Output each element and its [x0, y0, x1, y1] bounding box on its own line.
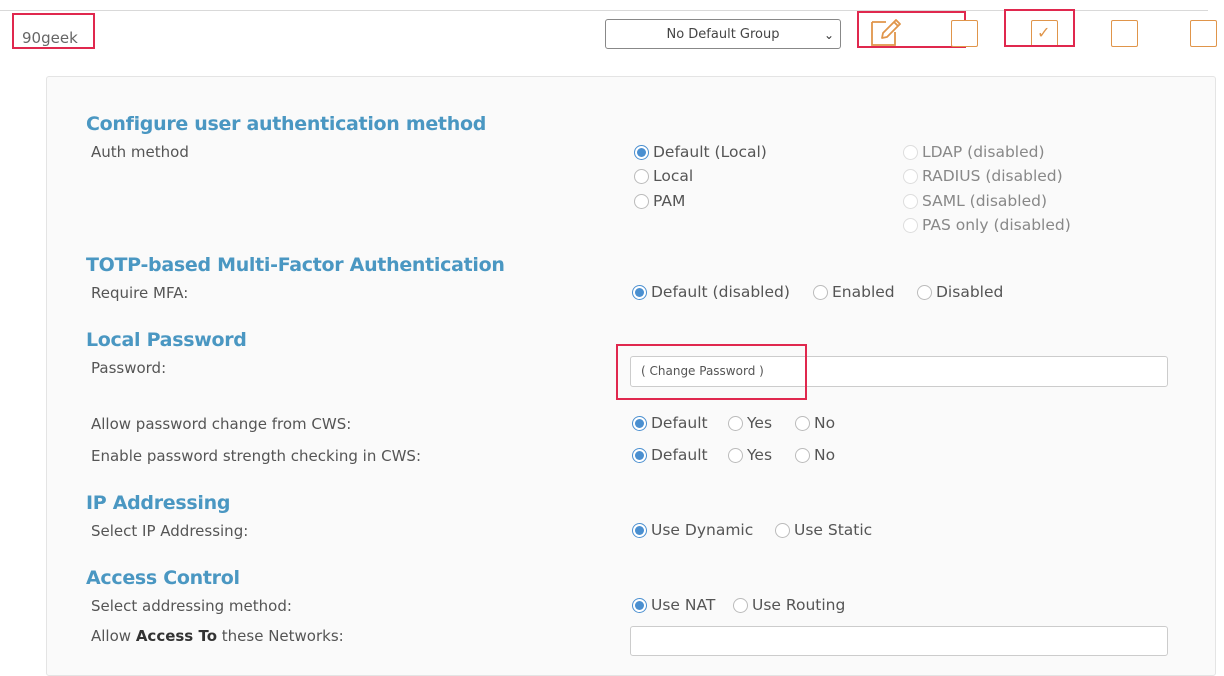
pw-change-option-yes[interactable]: Yes [728, 414, 772, 432]
require-mfa-label: Require MFA: [91, 284, 189, 302]
allow-access-networks-label: Allow Access To these Networks: [91, 627, 344, 645]
auth-option-pas: PAS only (disabled) [903, 216, 1071, 234]
auth-option-radius: RADIUS (disabled) [903, 167, 1063, 185]
radio-selected-icon [632, 522, 647, 538]
access-section-title: Access Control [86, 567, 240, 589]
ip-option-static[interactable]: Use Static [775, 521, 872, 539]
password-strength-label: Enable password strength checking in CWS… [91, 447, 421, 465]
radio-selected-icon [632, 284, 647, 300]
radio-icon [795, 415, 810, 431]
radio-disabled-icon [903, 168, 918, 184]
pw-strength-option-no[interactable]: No [795, 446, 835, 464]
auth-option-pam[interactable]: PAM [634, 192, 685, 210]
row-checkbox-4[interactable] [1190, 20, 1217, 47]
highlight-box-edit [857, 11, 966, 48]
password-section-title: Local Password [86, 329, 247, 351]
auth-option-ldap: LDAP (disabled) [903, 143, 1045, 161]
radio-selected-icon [632, 415, 647, 431]
row-checkbox-3[interactable] [1111, 20, 1138, 47]
access-option-routing[interactable]: Use Routing [733, 596, 845, 614]
pw-change-option-default[interactable]: Default [632, 414, 708, 432]
radio-selected-icon [632, 447, 647, 463]
highlight-box-password [616, 344, 807, 400]
chevron-down-icon: ⌄ [823, 28, 834, 42]
mfa-section-title: TOTP-based Multi-Factor Authentication [86, 254, 505, 276]
radio-selected-icon [632, 597, 647, 613]
ip-section-title: IP Addressing [86, 492, 231, 514]
radio-icon [728, 415, 743, 431]
pw-strength-option-yes[interactable]: Yes [728, 446, 772, 464]
pw-strength-option-default[interactable]: Default [632, 446, 708, 464]
radio-icon [728, 447, 743, 463]
radio-icon [795, 447, 810, 463]
password-label: Password: [91, 359, 167, 377]
radio-selected-icon [634, 144, 649, 160]
mfa-option-disabled[interactable]: Disabled [917, 283, 1003, 301]
allow-password-change-label: Allow password change from CWS: [91, 415, 352, 433]
pw-change-option-no[interactable]: No [795, 414, 835, 432]
radio-icon [775, 522, 790, 538]
mfa-option-default[interactable]: Default (disabled) [632, 283, 790, 301]
radio-icon [813, 284, 828, 300]
ip-option-dynamic[interactable]: Use Dynamic [632, 521, 753, 539]
highlight-box-username [12, 13, 95, 49]
highlight-box-checkbox [1004, 9, 1075, 47]
ip-addressing-label: Select IP Addressing: [91, 522, 249, 540]
default-group-select[interactable]: No Default Group ⌄ [605, 19, 841, 49]
radio-icon [634, 193, 649, 209]
allowed-networks-input[interactable] [630, 626, 1168, 656]
radio-icon [917, 284, 932, 300]
radio-disabled-icon [903, 193, 918, 209]
mfa-option-enabled[interactable]: Enabled [813, 283, 895, 301]
auth-option-local[interactable]: Local [634, 167, 693, 185]
radio-icon [634, 168, 649, 184]
row-checkbox-1[interactable] [951, 20, 978, 47]
auth-option-saml: SAML (disabled) [903, 192, 1047, 210]
addressing-method-label: Select addressing method: [91, 597, 292, 615]
default-group-value: No Default Group [666, 26, 780, 42]
access-option-nat[interactable]: Use NAT [632, 596, 715, 614]
auth-method-label: Auth method [91, 143, 189, 161]
auth-option-default[interactable]: Default (Local) [634, 143, 767, 161]
radio-disabled-icon [903, 217, 918, 233]
radio-icon [733, 597, 748, 613]
auth-section-title: Configure user authentication method [86, 113, 486, 135]
radio-disabled-icon [903, 144, 918, 160]
